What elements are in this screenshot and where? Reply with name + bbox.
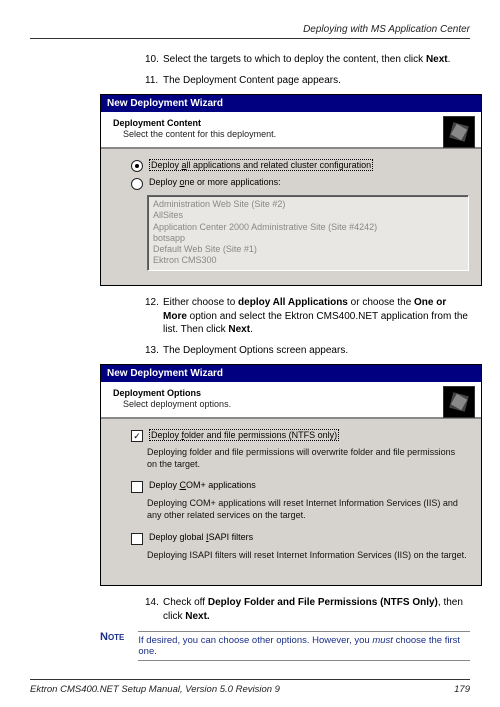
step-text: Check off Deploy Folder and File Permiss… <box>163 596 470 623</box>
list-item: AllSites <box>153 210 463 221</box>
page-number: 179 <box>454 684 470 695</box>
wizard-section-subtitle: Select the content for this deployment. <box>123 129 473 139</box>
checkbox-description: Deploying ISAPI filters will reset Inter… <box>147 550 467 562</box>
step-number: 10. <box>145 53 163 67</box>
footer-title: Ektron CMS400.NET Setup Manual, Version … <box>30 684 280 695</box>
radio-deploy-one-or-more[interactable]: Deploy one or more applications: <box>131 177 467 190</box>
wizard-titlebar: New Deployment Wizard <box>101 95 481 112</box>
checkbox-description: Deploying COM+ applications will reset I… <box>147 498 467 521</box>
radio-icon <box>131 160 143 172</box>
step-12: 12. Either choose to deploy All Applicat… <box>145 296 470 357</box>
doc-header: Deploying with MS Application Center <box>30 24 470 39</box>
wizard-section-subtitle: Select deployment options. <box>123 399 473 409</box>
step-number: 11. <box>145 74 163 88</box>
radio-icon <box>131 178 143 190</box>
step-number: 12. <box>145 296 163 337</box>
note-block: Note If desired, you can choose other op… <box>100 631 470 661</box>
page-footer: Ektron CMS400.NET Setup Manual, Version … <box>30 679 470 695</box>
step-11: 11. The Deployment Content page appears. <box>145 74 470 88</box>
wizard-section-title: Deployment Content <box>113 118 473 128</box>
step-text: The Deployment Content page appears. <box>163 74 470 88</box>
radio-deploy-all[interactable]: Deploy all applications and related clus… <box>131 159 467 172</box>
radio-label: Deploy one or more applications: <box>149 177 281 187</box>
step-10: 10. Select the targets to which to deplo… <box>145 53 470 87</box>
list-item: Application Center 2000 Administrative S… <box>153 222 463 233</box>
checkbox-label: Deploy global ISAPI filters <box>149 532 253 542</box>
checkbox-icon <box>131 481 143 493</box>
wizard-titlebar: New Deployment Wizard <box>101 365 481 382</box>
applications-listbox: Administration Web Site (Site #2) AllSit… <box>147 195 469 271</box>
wizard-section-title: Deployment Options <box>113 388 473 398</box>
step-text: Either choose to deploy All Applications… <box>163 296 470 337</box>
checkbox-deploy-isapi[interactable]: Deploy global ISAPI filters <box>131 532 467 545</box>
note-text: If desired, you can choose other options… <box>138 631 470 661</box>
radio-label: Deploy all applications and related clus… <box>149 159 373 171</box>
step-13: 13. The Deployment Options screen appear… <box>145 344 470 358</box>
step-14: 14. Check off Deploy Folder and File Per… <box>145 596 470 623</box>
checkbox-deploy-complus[interactable]: Deploy COM+ applications <box>131 480 467 493</box>
step-number: 13. <box>145 344 163 358</box>
wizard-header-icon <box>443 116 475 148</box>
list-item: Ektron CMS300 <box>153 255 463 266</box>
list-item: botsapp <box>153 233 463 244</box>
checkbox-label: Deploy COM+ applications <box>149 480 256 490</box>
list-item: Administration Web Site (Site #2) <box>153 199 463 210</box>
step-text: Select the targets to which to deploy th… <box>163 53 470 67</box>
step-text: The Deployment Options screen appears. <box>163 344 470 358</box>
wizard-header-icon <box>443 386 475 418</box>
checkbox-icon <box>131 533 143 545</box>
checkbox-icon <box>131 430 143 442</box>
checkbox-description: Deploying folder and file permissions wi… <box>147 447 467 470</box>
step-number: 14. <box>145 596 163 623</box>
checkbox-label: Deploy folder and file permissions (NTFS… <box>149 429 339 441</box>
checkbox-deploy-ntfs-permissions[interactable]: Deploy folder and file permissions (NTFS… <box>131 429 467 442</box>
list-item: Default Web Site (Site #1) <box>153 244 463 255</box>
deployment-options-wizard: New Deployment Wizard Deployment Options… <box>100 364 482 586</box>
note-label: Note <box>100 631 124 643</box>
deployment-content-wizard: New Deployment Wizard Deployment Content… <box>100 94 482 286</box>
